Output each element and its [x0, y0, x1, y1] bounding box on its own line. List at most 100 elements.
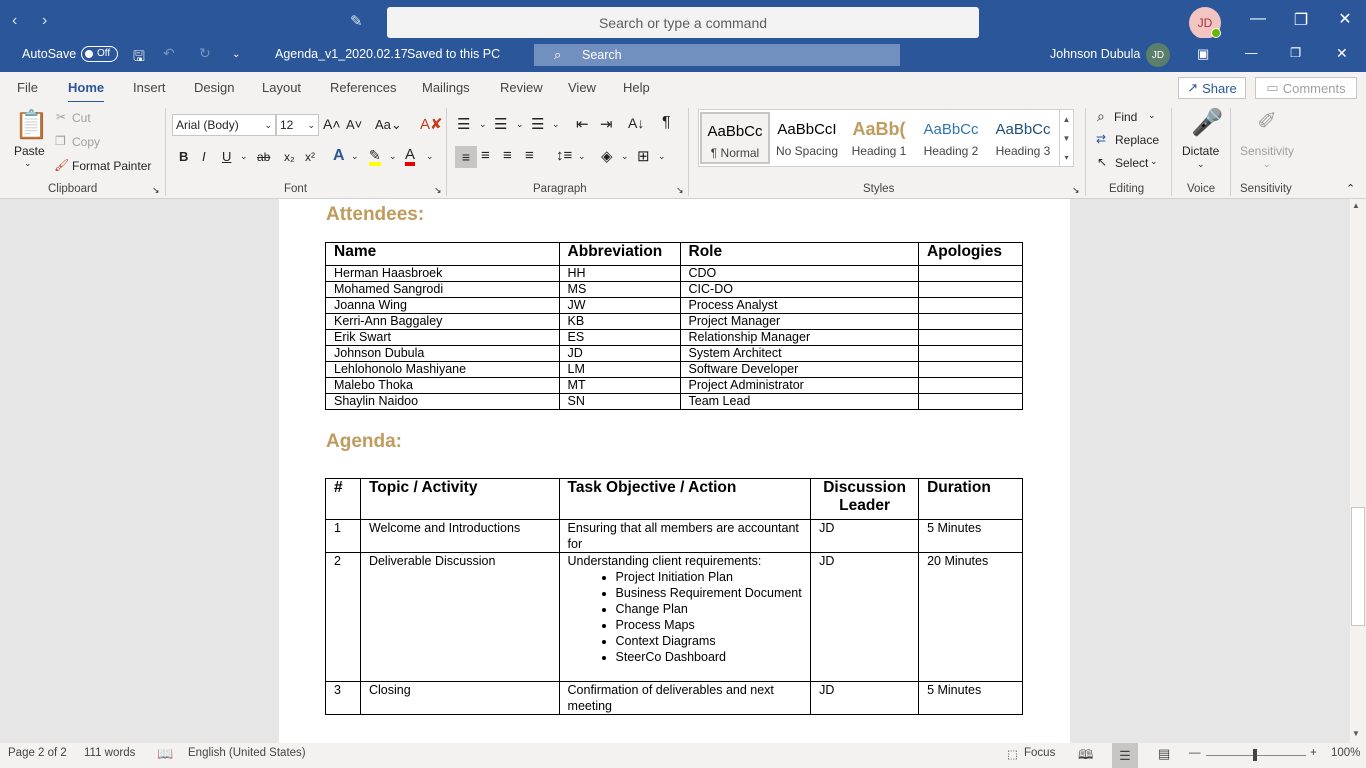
- table-cell[interactable]: 20 Minutes: [918, 552, 1023, 682]
- table-cell[interactable]: [918, 313, 1023, 330]
- tab-file[interactable]: File: [17, 80, 38, 95]
- table-cell[interactable]: JD: [810, 552, 920, 682]
- microphone-icon[interactable]: 🎤: [1191, 107, 1223, 138]
- text-effects-icon[interactable]: A: [333, 147, 345, 165]
- align-center-icon[interactable]: ≡: [481, 147, 490, 164]
- zoom-in-icon[interactable]: +: [1310, 747, 1317, 759]
- close-icon[interactable]: ✕: [1330, 9, 1360, 29]
- table-cell[interactable]: 3: [325, 681, 361, 715]
- shading-icon[interactable]: ◈: [601, 147, 613, 165]
- redo-icon[interactable]: ↻: [199, 45, 211, 62]
- font-color-icon[interactable]: A: [405, 147, 416, 166]
- line-spacing-icon[interactable]: ↕≡: [556, 147, 572, 164]
- scroll-down-icon[interactable]: ▼: [1060, 129, 1073, 148]
- sensitivity-dropdown-icon[interactable]: ⌄: [1263, 159, 1271, 170]
- table-cell[interactable]: 1: [325, 519, 361, 553]
- vertical-scrollbar[interactable]: ▲ ▼: [1350, 199, 1366, 743]
- copy-button[interactable]: Copy: [72, 135, 100, 149]
- customize-qat-icon[interactable]: ⌄: [232, 49, 240, 60]
- cut-button[interactable]: Cut: [72, 111, 91, 125]
- bullets-icon[interactable]: ☰: [457, 115, 470, 133]
- align-right-icon[interactable]: ≡: [503, 147, 512, 164]
- tab-insert[interactable]: Insert: [133, 80, 166, 95]
- app-restore-icon[interactable]: ❐: [1290, 45, 1301, 60]
- search-bar[interactable]: ⌕ Search: [534, 44, 900, 66]
- decrease-indent-icon[interactable]: ⇤: [576, 115, 589, 133]
- bullets-dropdown-icon[interactable]: ⌄: [479, 119, 487, 130]
- style-no-spacing[interactable]: AaBbCcI No Spacing: [772, 112, 842, 164]
- show-formatting-icon[interactable]: ¶: [662, 114, 671, 132]
- tab-home[interactable]: Home: [68, 80, 105, 104]
- table-cell[interactable]: 2: [325, 552, 361, 682]
- table-cell[interactable]: [918, 265, 1023, 282]
- sensitivity-icon[interactable]: ✐: [1257, 107, 1277, 136]
- replace-icon[interactable]: ⇄: [1096, 132, 1106, 146]
- paste-icon[interactable]: 📋: [14, 108, 49, 141]
- multilevel-list-icon[interactable]: ☰: [531, 115, 544, 133]
- table-cell[interactable]: ES: [558, 329, 681, 346]
- table-cell[interactable]: Ensuring that all members are accountant…: [558, 519, 812, 553]
- table-cell[interactable]: Joanna Wing: [325, 297, 560, 314]
- superscript-icon[interactable]: x²: [305, 150, 315, 164]
- table-cell[interactable]: HH: [558, 265, 681, 282]
- line-spacing-dropdown-icon[interactable]: ⌄: [578, 151, 586, 162]
- underline-dropdown-icon[interactable]: ⌄: [240, 151, 248, 162]
- paste-button[interactable]: Paste: [14, 144, 45, 158]
- underline-icon[interactable]: U: [222, 149, 231, 164]
- find-icon[interactable]: ⌕: [1097, 108, 1105, 125]
- table-cell[interactable]: 5 Minutes: [918, 681, 1023, 715]
- find-dropdown-icon[interactable]: ⌄: [1148, 110, 1156, 121]
- undo-icon[interactable]: ↶: [163, 45, 175, 62]
- table-cell[interactable]: Understanding client requirements:Projec…: [558, 552, 812, 682]
- collapse-ribbon-icon[interactable]: ⌃: [1346, 182, 1355, 195]
- table-cell[interactable]: Shaylin Naidoo: [325, 393, 560, 410]
- change-case-icon[interactable]: Aa⌄: [375, 117, 402, 133]
- user-name[interactable]: Johnson Dubula: [1050, 47, 1140, 61]
- user-badge[interactable]: JD: [1146, 43, 1170, 67]
- compose-icon[interactable]: ✎: [350, 12, 363, 30]
- font-size-select[interactable]: 12 ⌄: [276, 114, 319, 136]
- attendees-table[interactable]: Name Abbreviation Role Apologies Herman …: [325, 242, 1023, 410]
- focus-button[interactable]: Focus: [1024, 747, 1055, 759]
- document-page[interactable]: Attendees: Name Abbreviation Role Apolog…: [279, 199, 1070, 743]
- font-launcher-icon[interactable]: ↘: [434, 185, 442, 196]
- format-painter-icon[interactable]: 🖌: [54, 158, 69, 172]
- table-cell[interactable]: MS: [558, 281, 681, 298]
- minimize-icon[interactable]: —: [1243, 10, 1273, 28]
- bold-icon[interactable]: B: [179, 149, 188, 164]
- save-icon[interactable]: 🖫: [133, 46, 145, 70]
- autosave-toggle[interactable]: Off: [81, 46, 118, 62]
- zoom-out-icon[interactable]: —: [1189, 747, 1201, 759]
- dictate-button[interactable]: Dictate: [1182, 144, 1219, 158]
- font-family-select[interactable]: Arial (Body) ⌄: [172, 114, 276, 136]
- table-cell[interactable]: Team Lead: [679, 393, 920, 410]
- table-cell[interactable]: Deliverable Discussion: [359, 552, 560, 682]
- table-cell[interactable]: Process Analyst: [679, 297, 920, 314]
- numbering-icon[interactable]: ☰: [494, 115, 507, 133]
- highlight-icon[interactable]: ✎: [369, 148, 381, 166]
- command-search-box[interactable]: Search or type a command: [387, 7, 979, 38]
- table-cell[interactable]: Mohamed Sangrodi: [325, 281, 560, 298]
- borders-icon[interactable]: ⊞: [637, 147, 650, 165]
- table-cell[interactable]: [918, 297, 1023, 314]
- app-close-icon[interactable]: ✕: [1336, 45, 1348, 62]
- table-cell[interactable]: Lehlohonolo Mashiyane: [325, 361, 560, 378]
- table-cell[interactable]: JD: [810, 681, 920, 715]
- replace-button[interactable]: Replace: [1115, 133, 1159, 147]
- style-heading-3[interactable]: AaBbCc Heading 3: [988, 112, 1058, 164]
- styles-launcher-icon[interactable]: ↘: [1072, 185, 1080, 196]
- tab-references[interactable]: References: [330, 80, 396, 95]
- read-mode-icon[interactable]: 🕮: [1078, 746, 1093, 768]
- clear-formatting-icon[interactable]: A✘: [420, 115, 443, 133]
- table-cell[interactable]: System Architect: [679, 345, 920, 362]
- clipboard-launcher-icon[interactable]: ↘: [152, 185, 160, 196]
- borders-dropdown-icon[interactable]: ⌄: [658, 151, 666, 162]
- table-cell[interactable]: Malebo Thoka: [325, 377, 560, 394]
- web-layout-icon[interactable]: ▤: [1158, 746, 1170, 762]
- table-cell[interactable]: LM: [558, 361, 681, 378]
- numbering-dropdown-icon[interactable]: ⌄: [516, 119, 524, 130]
- word-count[interactable]: 111 words: [84, 747, 135, 759]
- paste-dropdown-icon[interactable]: ⌄: [24, 158, 32, 169]
- shrink-font-icon[interactable]: A˅: [346, 117, 362, 132]
- subscript-icon[interactable]: x₂: [284, 150, 295, 164]
